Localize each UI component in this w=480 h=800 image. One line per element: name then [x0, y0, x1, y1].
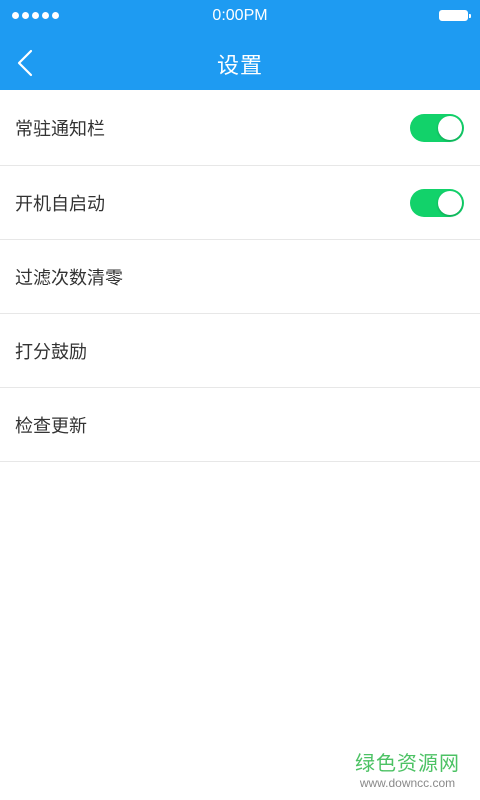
watermark-url: www.downcc.com	[359, 776, 456, 790]
watermark: 绿色资源网 www.downcc.com	[355, 747, 460, 790]
battery-icon	[439, 10, 471, 21]
page-title: 设置	[216, 54, 263, 79]
setting-label: 常驻通知栏	[15, 118, 105, 140]
setting-label: 开机自启动	[15, 193, 105, 215]
auto-start-toggle[interactable]	[410, 188, 464, 217]
setting-row-check-update[interactable]: 检查更新	[0, 388, 480, 462]
setting-row-reset-filter-count[interactable]: 过滤次数清零	[0, 240, 480, 314]
status-time: 0:00PM	[212, 7, 268, 24]
setting-row-notification-bar[interactable]: 常驻通知栏	[0, 90, 480, 166]
setting-label: 检查更新	[15, 415, 87, 437]
setting-row-auto-start[interactable]: 开机自启动	[0, 166, 480, 240]
setting-label: 打分鼓励	[15, 341, 87, 363]
watermark-title: 绿色资源网	[355, 751, 460, 775]
settings-list: 常驻通知栏 开机自启动 过滤次数清零 打分鼓励 检查更新	[0, 90, 480, 462]
nav-bar: 设置	[0, 36, 480, 90]
notification-bar-toggle[interactable]	[410, 113, 464, 142]
setting-row-rate-app[interactable]: 打分鼓励	[0, 314, 480, 388]
toggle-knob	[438, 115, 462, 140]
toggle-knob	[438, 190, 462, 215]
setting-label: 过滤次数清零	[15, 267, 123, 289]
app-header: 0:00PM 设置	[0, 0, 480, 90]
status-bar: 0:00PM	[0, 0, 480, 32]
